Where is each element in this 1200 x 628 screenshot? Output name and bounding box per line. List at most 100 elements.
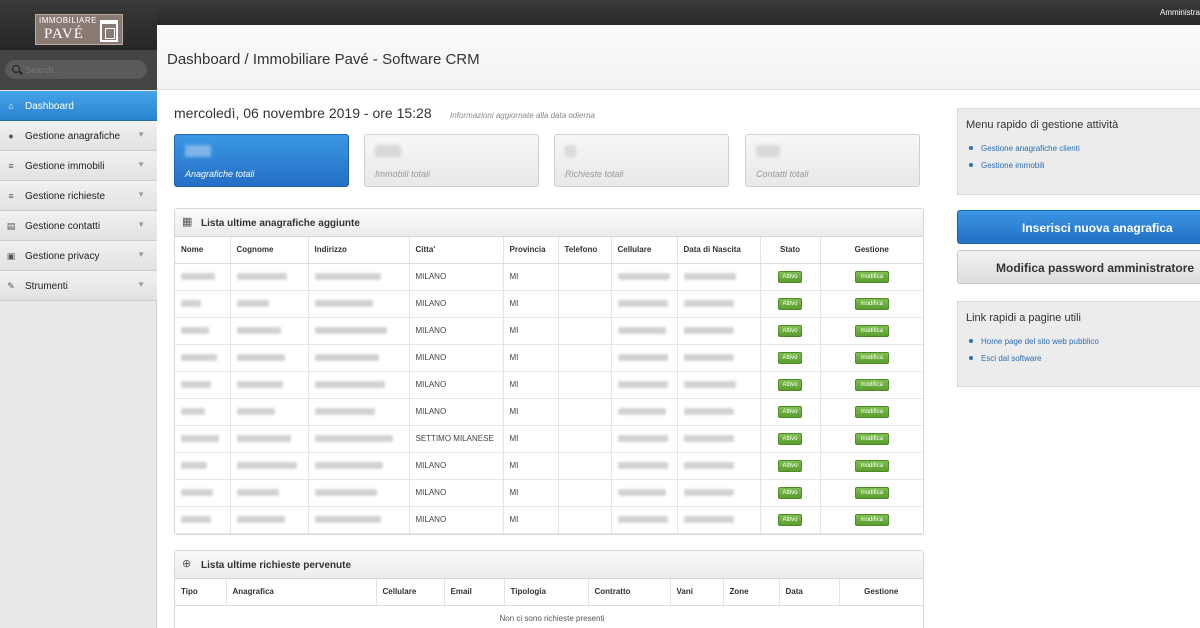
edit-button[interactable]: modifica — [854, 486, 889, 499]
cell-citta: MILANO — [409, 452, 504, 480]
cell-citta: MILANO — [409, 398, 504, 426]
redacted-cell — [175, 506, 231, 534]
cell-telefono — [558, 452, 612, 480]
panel-title: Lista ultime richieste pervenute — [201, 560, 352, 571]
sidebar-item-gestione-contatti[interactable]: ▤ Gestione contatti ▼ — [0, 211, 157, 241]
table-row: MILANO MI Attivo modifica — [175, 506, 923, 534]
cell-citta: MILANO — [409, 506, 504, 534]
chevron-down-icon: ▼ — [137, 190, 145, 199]
link-gestione-immobili[interactable]: Gestione immobili — [968, 161, 1080, 170]
sidebar-item-label: Gestione anagrafiche — [25, 131, 121, 142]
redacted-cell — [175, 263, 231, 291]
column-header: Cellulare — [376, 579, 445, 606]
page-header: Dashboard / Immobiliare Pavé - Software … — [157, 25, 1200, 90]
redacted-cell — [677, 425, 761, 453]
edit-button[interactable]: modifica — [854, 324, 889, 337]
cell-gestione: modifica — [820, 317, 923, 345]
redacted-cell — [611, 425, 678, 453]
table-row: MILANO MI Attivo modifica — [175, 290, 923, 318]
column-header: Cellulare — [611, 237, 678, 264]
stat-anagrafiche[interactable]: Anagrafiche totali — [174, 134, 349, 187]
edit-button[interactable]: modifica — [854, 405, 889, 418]
sidebar-item-label: Gestione contatti — [25, 221, 101, 232]
cell-stato: Attivo — [760, 398, 821, 426]
cell-provincia: MI — [503, 290, 559, 318]
status-badge: Attivo — [778, 459, 802, 472]
richieste-panel: ⊕ Lista ultime richieste pervenute Tipo A… — [174, 550, 924, 628]
link-gestione-anagrafiche[interactable]: Gestione anagrafiche clienti — [968, 144, 1080, 153]
link-home-page[interactable]: Home page del sito web pubblico — [968, 337, 1099, 346]
cell-stato: Attivo — [760, 344, 821, 372]
edit-button[interactable]: modifica — [854, 351, 889, 364]
edit-button[interactable]: modifica — [854, 270, 889, 283]
edit-button[interactable]: modifica — [854, 459, 889, 472]
column-header: Zone — [723, 579, 780, 606]
logo[interactable]: IMMOBILIARE PAVÉ — [35, 14, 123, 45]
stat-caption: Contatti totali — [756, 169, 809, 179]
redacted-cell — [175, 371, 231, 399]
stat-immobili[interactable]: Immobili totali — [364, 134, 539, 187]
status-badge: Attivo — [778, 513, 802, 526]
chevron-down-icon: ▼ — [137, 280, 145, 289]
cell-gestione: modifica — [820, 452, 923, 480]
redacted-cell — [175, 425, 231, 453]
stat-contatti[interactable]: Contatti totali — [745, 134, 920, 187]
status-badge: Attivo — [778, 405, 802, 418]
cell-gestione: modifica — [820, 344, 923, 372]
sidebar-item-gestione-anagrafiche[interactable]: ● Gestione anagrafiche ▼ — [0, 121, 157, 151]
column-header: Data di Nascita — [677, 237, 761, 264]
stat-richieste[interactable]: Richieste totali — [554, 134, 729, 187]
redacted-cell — [611, 290, 678, 318]
column-header: Telefono — [558, 237, 612, 264]
link-logout[interactable]: Esci dal software — [968, 354, 1099, 363]
redacted-cell — [308, 452, 410, 480]
redacted-cell — [677, 317, 761, 345]
logo-line2: PAVÉ — [44, 26, 84, 42]
cell-provincia: MI — [503, 263, 559, 291]
main-content: Dashboard / Immobiliare Pavé - Software … — [157, 25, 1200, 628]
column-header: Email — [444, 579, 505, 606]
redacted-cell — [175, 344, 231, 372]
quick-links-title: Link rapidi a pagine utili — [966, 312, 1081, 324]
sidebar-item-gestione-richieste[interactable]: ≡ Gestione richieste ▼ — [0, 181, 157, 211]
cell-stato: Attivo — [760, 263, 821, 291]
redacted-cell — [230, 290, 309, 318]
edit-button[interactable]: modifica — [854, 378, 889, 391]
edit-button[interactable]: modifica — [854, 513, 889, 526]
chevron-down-icon: ▼ — [137, 250, 145, 259]
cell-citta: MILANO — [409, 263, 504, 291]
empty-message: Non ci sono richieste presenti — [175, 605, 923, 628]
sidebar-item-label: Gestione privacy — [25, 251, 100, 262]
new-anagrafica-button[interactable]: Inserisci nuova anagrafica — [957, 210, 1200, 244]
redacted-cell — [308, 371, 410, 399]
cell-provincia: MI — [503, 344, 559, 372]
redacted-cell — [308, 479, 410, 507]
column-header: Data — [779, 579, 840, 606]
redacted-cell — [677, 371, 761, 399]
sidebar-item-strumenti[interactable]: ✎ Strumenti ▼ — [0, 271, 157, 301]
user-menu[interactable]: Amministra — [1160, 8, 1200, 17]
edit-button[interactable]: modifica — [854, 432, 889, 445]
stat-value-redacted — [375, 145, 401, 157]
anagrafiche-panel: ▦ Lista ultime anagrafiche aggiunte Nome… — [174, 208, 924, 535]
cell-citta: MILANO — [409, 317, 504, 345]
current-date: mercoledì, 06 novembre 2019 - ore 15:28 — [174, 105, 432, 121]
cell-citta: SETTIMO MILANESE — [409, 425, 504, 453]
redacted-cell — [230, 506, 309, 534]
sidebar-item-dashboard[interactable]: ⌂ Dashboard — [0, 91, 157, 121]
sidebar-item-gestione-privacy[interactable]: ▣ Gestione privacy ▼ — [0, 241, 157, 271]
cell-stato: Attivo — [760, 371, 821, 399]
redacted-cell — [611, 398, 678, 426]
edit-button[interactable]: modifica — [854, 297, 889, 310]
sidebar-item-label: Dashboard — [25, 101, 74, 112]
search-input[interactable] — [5, 60, 147, 79]
table-row: MILANO MI Attivo modifica — [175, 344, 923, 372]
change-password-button[interactable]: Modifica password amministratore — [957, 250, 1200, 284]
table-row: SETTIMO MILANESE MI Attivo modifica — [175, 425, 923, 453]
cell-telefono — [558, 263, 612, 291]
sidebar-item-gestione-immobili[interactable]: ≡ Gestione immobili ▼ — [0, 151, 157, 181]
column-header: Provincia — [503, 237, 559, 264]
lock-icon: ▣ — [6, 251, 16, 261]
table-row: MILANO MI Attivo modifica — [175, 479, 923, 507]
date-line: mercoledì, 06 novembre 2019 - ore 15:28 … — [174, 105, 595, 123]
